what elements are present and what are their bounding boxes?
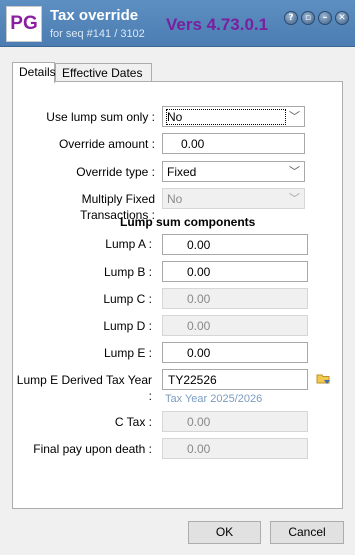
override-type-value: Fixed [167, 165, 197, 179]
lump-d-input[interactable]: 0.00 [162, 315, 308, 336]
lump-c-input[interactable]: 0.00 [162, 288, 308, 309]
lump-e-tax-year-label: Lump E Derived Tax Year : [16, 373, 152, 403]
multiply-fixed-value: No [167, 192, 183, 206]
override-amount-label: Override amount : [58, 137, 155, 151]
lump-b-input[interactable]: 0.00 [162, 261, 308, 282]
ok-button[interactable]: OK [188, 521, 261, 544]
lump-e-label: Lump E : [103, 346, 152, 360]
lump-a-input[interactable]: 0.00 [162, 234, 308, 255]
chevron-down-icon: ﹀ [289, 193, 300, 205]
c-tax-input[interactable]: 0.00 [162, 411, 308, 432]
chevron-down-icon: ﹀ [289, 111, 300, 123]
lump-sum-components-heading: Lump sum components [120, 215, 256, 229]
final-pay-input[interactable]: 0.00 [162, 438, 308, 459]
window-subtitle: for seq #141 / 3102 [50, 28, 145, 40]
tab-details[interactable]: Details [12, 62, 56, 83]
lump-e-tax-year-input[interactable]: TY22526 [162, 369, 308, 390]
override-type-label: Override type : [76, 165, 155, 179]
lump-c-label: Lump C : [103, 292, 152, 306]
use-lump-sum-only-value: No [166, 109, 286, 125]
use-lump-sum-only-select[interactable]: No ﹀ [162, 106, 305, 127]
lump-d-label: Lump D : [103, 319, 152, 333]
override-type-select[interactable]: Fixed ﹀ [162, 161, 305, 182]
title-bar: PG Tax override for seq #141 / 3102 Vers… [0, 0, 355, 47]
cancel-button[interactable]: Cancel [270, 521, 344, 544]
restore-icon[interactable]: ▫ [301, 11, 315, 25]
override-amount-input[interactable]: 0.00 [162, 133, 305, 154]
final-pay-label: Final pay upon death : [33, 442, 152, 456]
multiply-fixed-select[interactable]: No ﹀ [162, 188, 305, 209]
lump-e-input[interactable]: 0.00 [162, 342, 308, 363]
window-controls: ? ▫ – ✕ [284, 11, 349, 25]
lump-b-label: Lump B : [103, 265, 152, 279]
folder-lookup-icon[interactable] [316, 372, 332, 386]
help-icon[interactable]: ? [284, 11, 298, 25]
close-icon[interactable]: ✕ [335, 11, 349, 25]
window-title: Tax override [50, 7, 139, 24]
c-tax-label: C Tax : [114, 415, 152, 429]
minimize-icon[interactable]: – [318, 11, 332, 25]
version-label: Vers 4.73.0.1 [166, 15, 269, 34]
lump-a-label: Lump A : [105, 237, 152, 251]
chevron-down-icon: ﹀ [289, 166, 300, 178]
use-lump-sum-only-label: Use lump sum only : [46, 110, 155, 124]
tab-effective-dates[interactable]: Effective Dates [55, 63, 152, 82]
tax-year-helper-text: Tax Year 2025/2026 [165, 393, 263, 405]
app-logo: PG [6, 6, 42, 42]
